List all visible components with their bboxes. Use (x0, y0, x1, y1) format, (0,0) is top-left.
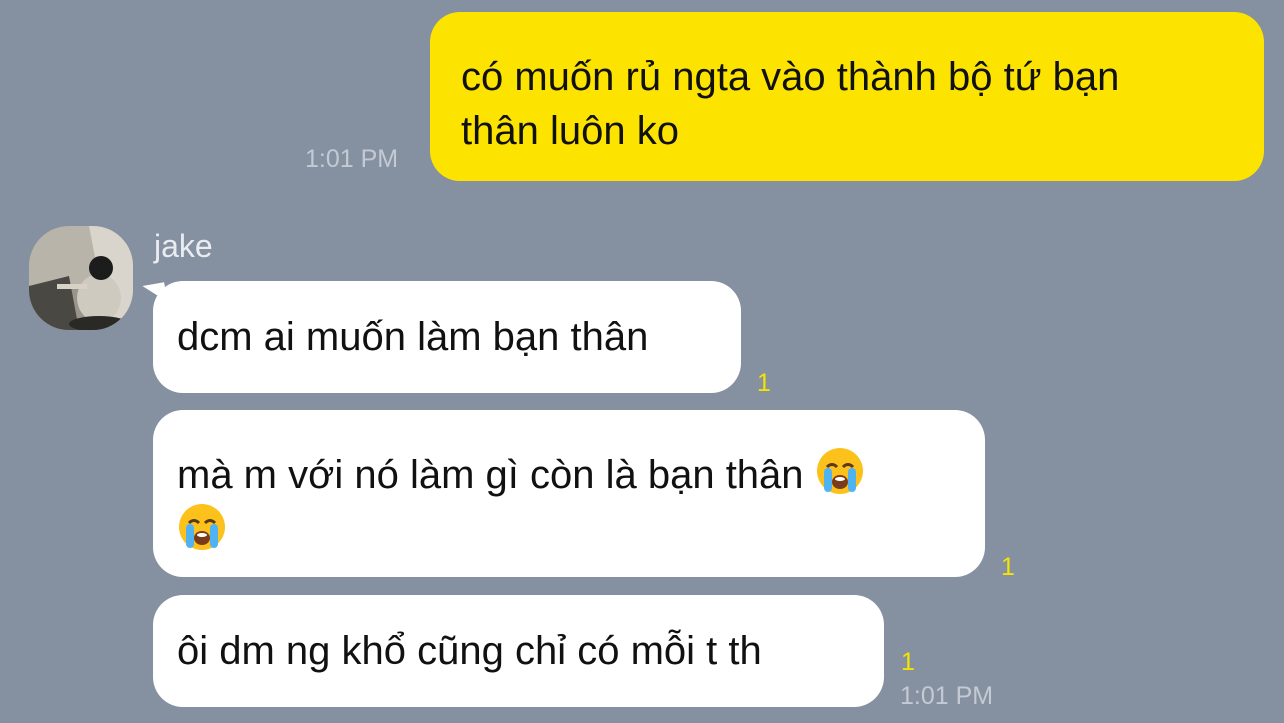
unread-count: 1 (1001, 553, 1015, 581)
message-timestamp: 1:01 PM (900, 682, 994, 710)
unread-count: 1 (901, 648, 915, 676)
message-text-line-2: thân luôn ko (461, 109, 679, 153)
avatar-photo (29, 226, 133, 330)
message-text-line-2 (177, 502, 961, 558)
incoming-message-bubble[interactable]: dcm ai muốn làm bạn thân (153, 281, 741, 393)
loudly-crying-face-icon (177, 502, 227, 552)
message-text-line-1: có muốn rủ ngta vào thành bộ tứ bạn (461, 55, 1120, 99)
message-text-line-1: mà m với nó làm gì còn là bạn thân (177, 446, 961, 502)
message-timestamp: 1:01 PM (305, 145, 399, 173)
sender-name: jake (154, 228, 213, 264)
message-text: ôi dm ng khổ cũng chỉ có mỗi t th (177, 629, 762, 673)
message-text: dcm ai muốn làm bạn thân (177, 315, 649, 359)
incoming-message-bubble[interactable]: ôi dm ng khổ cũng chỉ có mỗi t th (153, 595, 884, 707)
loudly-crying-face-icon (815, 446, 865, 496)
avatar[interactable] (29, 226, 133, 330)
message-text: mà m với nó làm gì còn là bạn thân (177, 453, 804, 497)
outgoing-message-bubble[interactable]: có muốn rủ ngta vào thành bộ tứ bạn thân… (430, 12, 1264, 181)
incoming-message-bubble[interactable]: mà m với nó làm gì còn là bạn thân (153, 410, 985, 577)
unread-count: 1 (757, 369, 771, 397)
